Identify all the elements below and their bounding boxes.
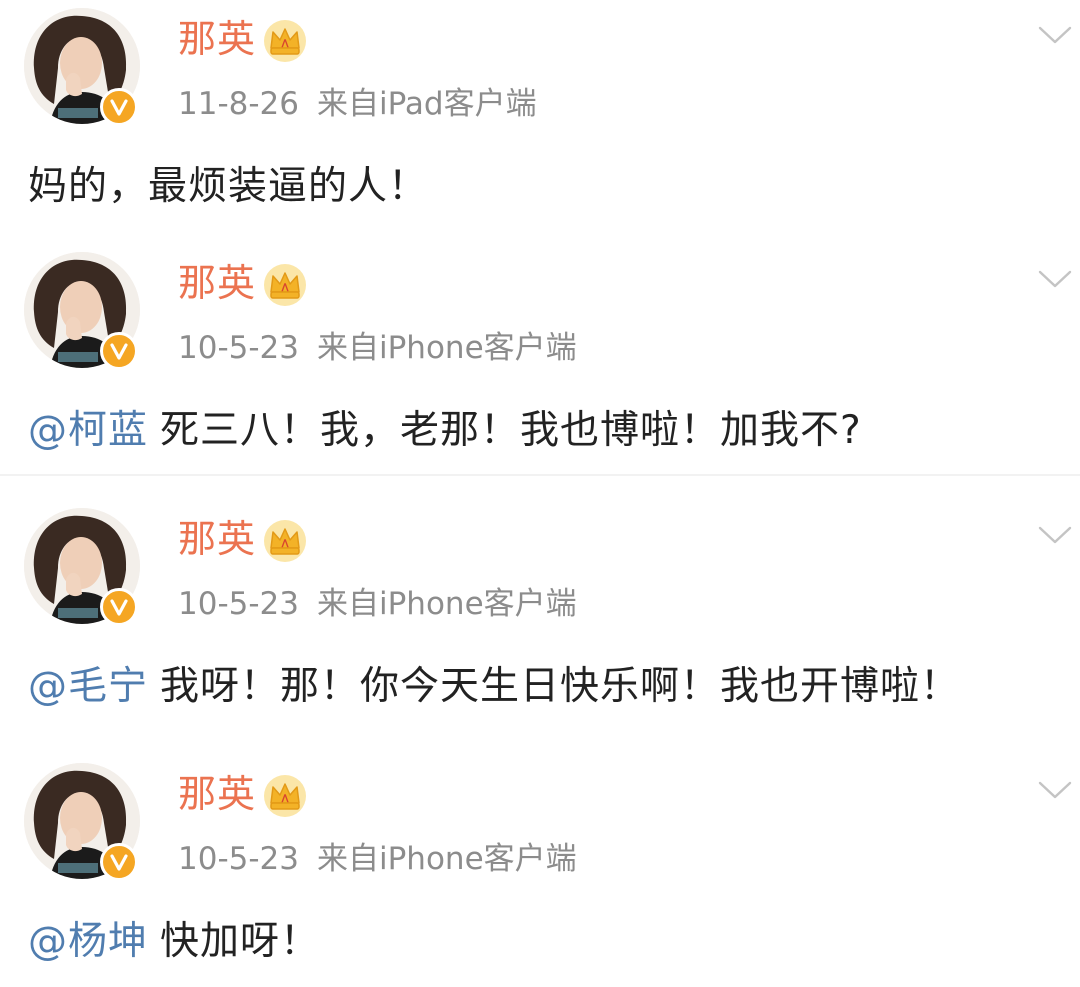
post-content: @柯蓝 死三八！我，老那！我也博啦！加我不? bbox=[28, 404, 862, 458]
post-text: 快加呀！ bbox=[160, 919, 321, 964]
crown-icon[interactable]: ᐱ bbox=[262, 262, 308, 308]
post-time: 10-5-23 bbox=[178, 841, 299, 877]
verified-v-icon bbox=[100, 332, 138, 370]
mention-link[interactable]: @毛宁 bbox=[28, 664, 148, 709]
username[interactable]: 那英 bbox=[178, 514, 256, 564]
chevron-down-icon[interactable] bbox=[1036, 522, 1074, 548]
chevron-down-icon[interactable] bbox=[1036, 266, 1074, 292]
svg-text:ᐱ: ᐱ bbox=[281, 283, 290, 294]
chevron-down-icon[interactable] bbox=[1036, 22, 1074, 48]
chevron-down-icon[interactable] bbox=[1036, 777, 1074, 803]
mention-link[interactable]: @杨坤 bbox=[28, 919, 148, 964]
svg-text:ᐱ: ᐱ bbox=[281, 39, 290, 50]
weibo-feed: 那英 ᐱ 11-8-26 来自iPad客户端 妈的，最烦装逼的人！ 那英 ᐱ 1… bbox=[0, 0, 1080, 987]
post-content: @毛宁 我呀！那！你今天生日快乐啊！我也开博啦！ bbox=[28, 660, 960, 714]
verified-v-icon bbox=[100, 843, 138, 881]
username[interactable]: 那英 bbox=[178, 258, 256, 308]
post-text: 妈的，最烦装逼的人！ bbox=[28, 164, 429, 209]
post-source: 来自iPhone客户端 bbox=[317, 841, 577, 877]
post-source: 来自iPhone客户端 bbox=[317, 586, 577, 622]
post-meta: 11-8-26 来自iPad客户端 bbox=[178, 82, 537, 126]
post-time: 10-5-23 bbox=[178, 330, 299, 366]
svg-text:ᐱ: ᐱ bbox=[281, 539, 290, 550]
crown-icon[interactable]: ᐱ bbox=[262, 773, 308, 819]
username[interactable]: 那英 bbox=[178, 14, 256, 64]
svg-text:ᐱ: ᐱ bbox=[281, 794, 290, 805]
username[interactable]: 那英 bbox=[178, 769, 256, 819]
post-meta: 10-5-23 来自iPhone客户端 bbox=[178, 837, 577, 881]
post-content: 妈的，最烦装逼的人！ bbox=[28, 160, 428, 214]
post-source: 来自iPhone客户端 bbox=[317, 330, 577, 366]
post-meta: 10-5-23 来自iPhone客户端 bbox=[178, 326, 577, 370]
post-source: 来自iPad客户端 bbox=[317, 86, 537, 122]
verified-v-icon bbox=[100, 88, 138, 126]
verified-v-icon bbox=[100, 588, 138, 626]
divider bbox=[0, 474, 1080, 476]
post-time: 10-5-23 bbox=[178, 586, 299, 622]
post-time: 11-8-26 bbox=[178, 86, 299, 122]
post-meta: 10-5-23 来自iPhone客户端 bbox=[178, 582, 577, 626]
crown-icon[interactable]: ᐱ bbox=[262, 18, 308, 64]
post-content: @杨坤 快加呀！ bbox=[28, 915, 320, 969]
crown-icon[interactable]: ᐱ bbox=[262, 518, 308, 564]
post-text: 我呀！那！你今天生日快乐啊！我也开博啦！ bbox=[160, 664, 961, 709]
mention-link[interactable]: @柯蓝 bbox=[28, 408, 148, 453]
post-text: 死三八！我，老那！我也博啦！加我不? bbox=[160, 408, 862, 453]
